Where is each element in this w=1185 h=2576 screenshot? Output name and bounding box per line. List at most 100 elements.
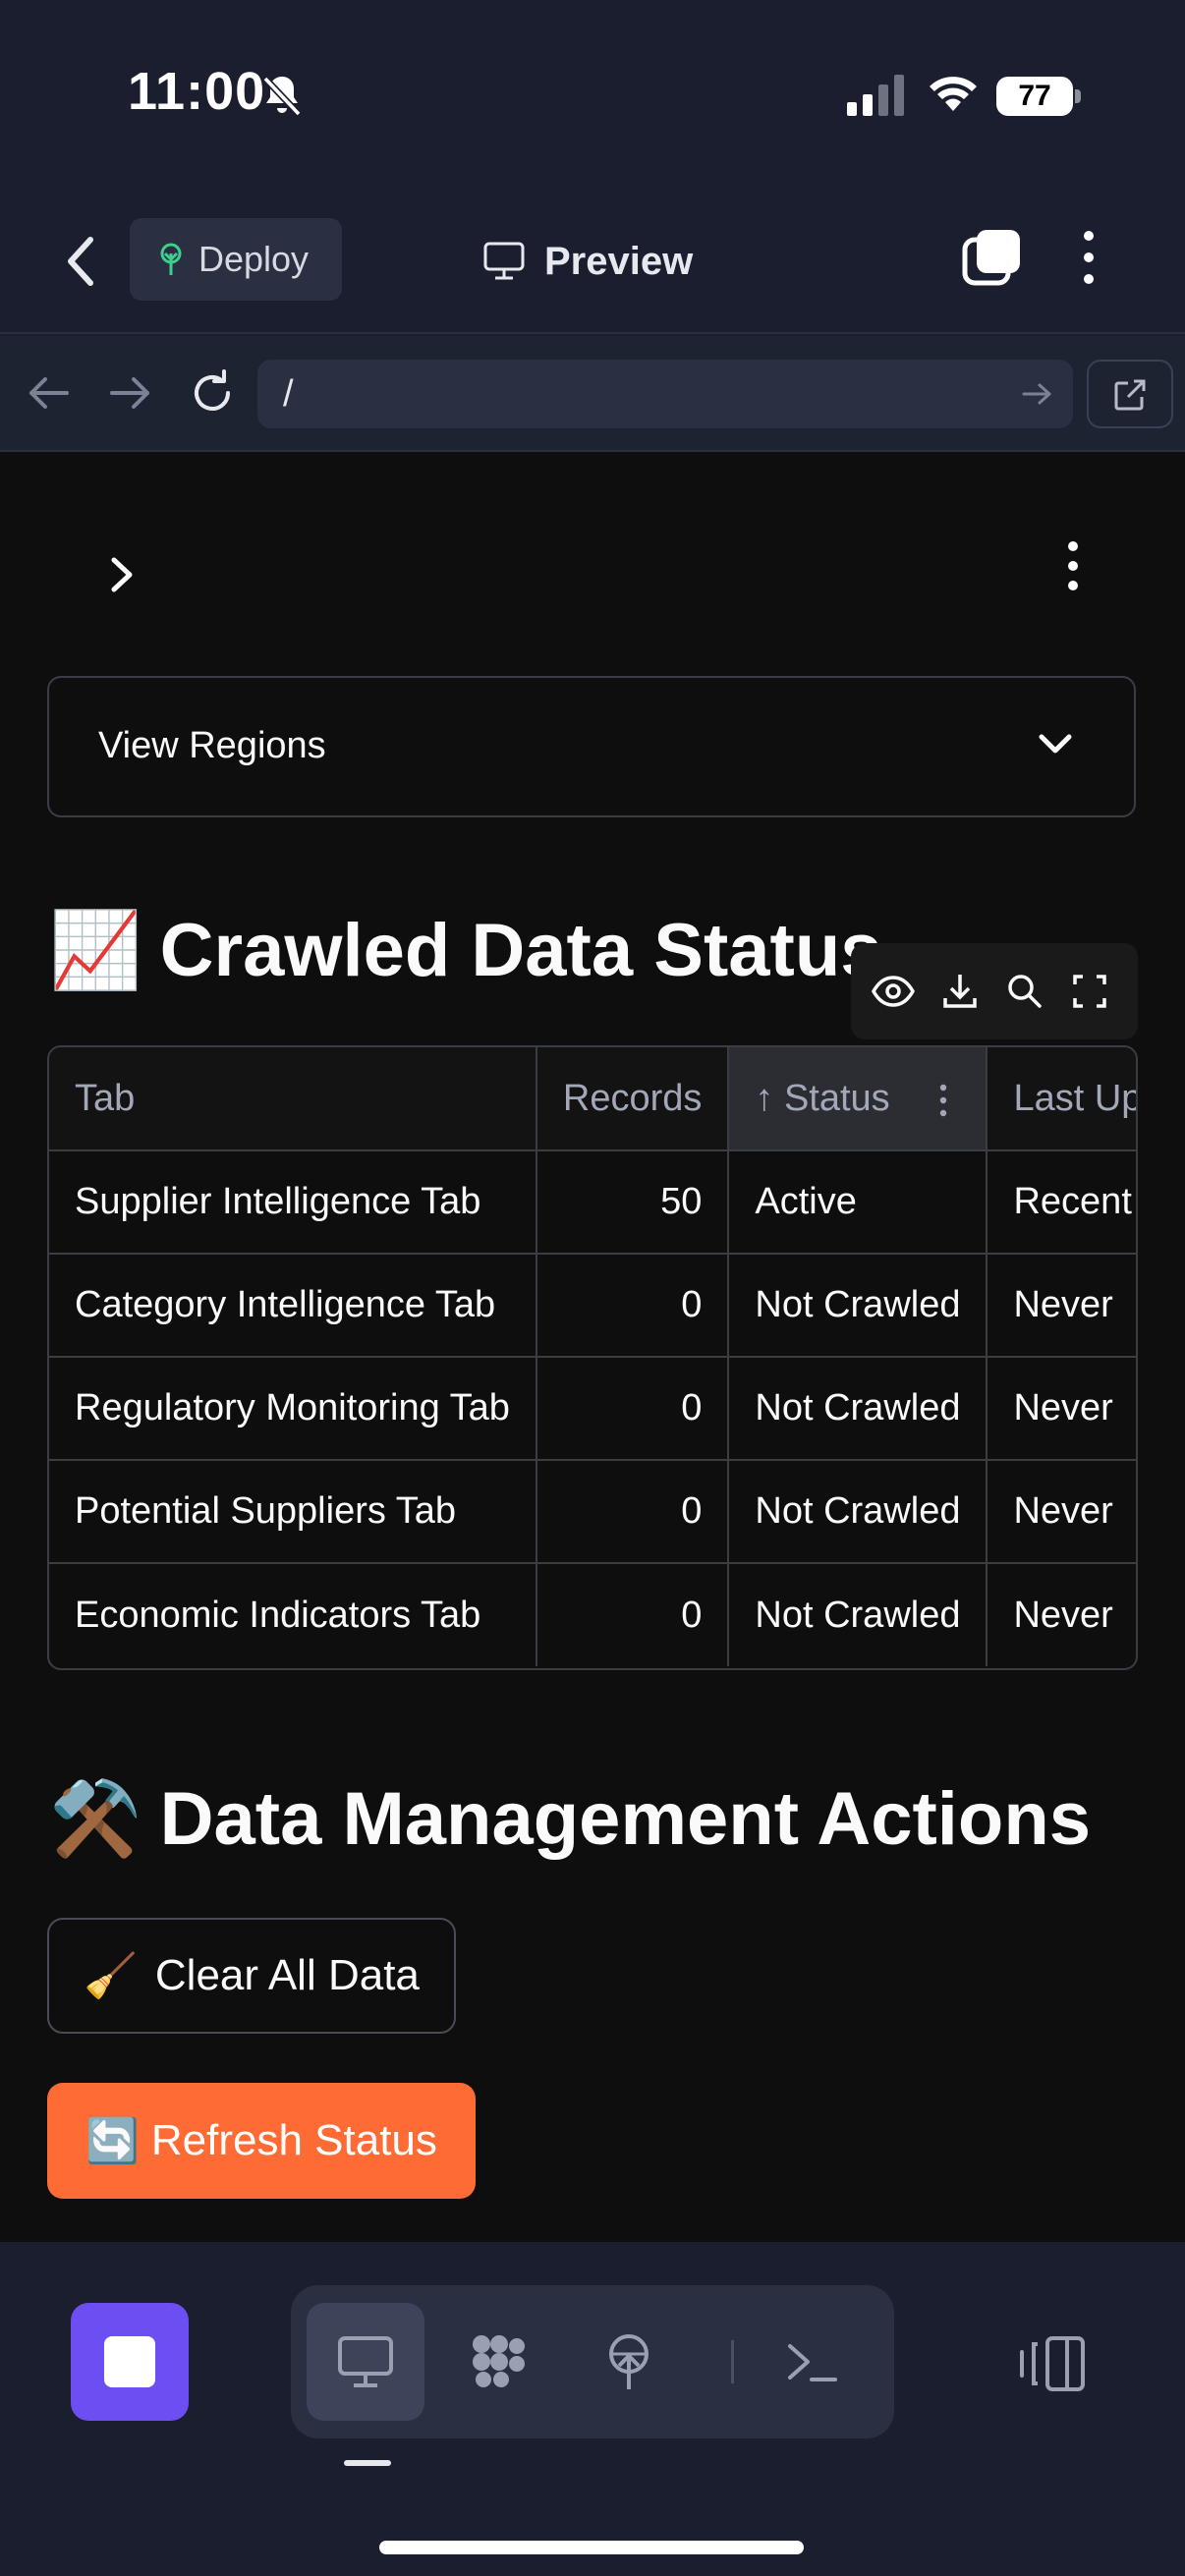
terminal-icon: [788, 2344, 837, 2381]
cell-records[interactable]: 0: [536, 1563, 730, 1666]
dataframe-toolbar: [851, 943, 1138, 1039]
home-indicator: [379, 2541, 804, 2554]
cellular-signal-icon: [847, 75, 904, 116]
table-row: Economic Indicators Tab 0 Not Crawled Ne…: [49, 1563, 1136, 1666]
stop-button[interactable]: [71, 2303, 189, 2421]
go-arrow-icon[interactable]: [1020, 379, 1053, 409]
search-icon[interactable]: [1002, 969, 1047, 1014]
browser-back-icon[interactable]: [24, 365, 75, 420]
clear-all-data-button[interactable]: 🧹 Clear All Data: [47, 1918, 456, 2034]
sort-ascending-icon: ↑: [755, 1077, 774, 1119]
battery-level: 77: [996, 77, 1073, 116]
tool-terminal[interactable]: [753, 2303, 871, 2421]
cell-records[interactable]: 0: [536, 1254, 730, 1358]
table-row: Potential Suppliers Tab 0 Not Crawled Ne…: [49, 1460, 1136, 1564]
deploy-tree-icon: [160, 243, 182, 275]
battery-indicator: 77: [996, 77, 1081, 116]
external-link-icon: [1114, 379, 1146, 411]
table-header-row: Tab Records ↑ Status Last Up: [49, 1047, 1136, 1151]
panel-layout-icon[interactable]: [1018, 2334, 1089, 2393]
more-options-icon[interactable]: [1077, 226, 1100, 289]
tool-preview[interactable]: [307, 2303, 424, 2421]
cell-records[interactable]: 0: [536, 1460, 730, 1564]
sidebar-expand-chevron-icon[interactable]: [102, 550, 141, 599]
cell-records[interactable]: 0: [536, 1357, 730, 1461]
preview-label: Preview: [544, 239, 694, 283]
view-regions-expander[interactable]: View Regions: [47, 676, 1136, 817]
cell-status[interactable]: Not Crawled: [728, 1357, 988, 1461]
broom-emoji-icon: 🧹: [84, 1952, 138, 2000]
tool-extensions[interactable]: [440, 2303, 558, 2421]
cell-tab[interactable]: Potential Suppliers Tab: [49, 1460, 537, 1564]
clear-all-data-label: Clear All Data: [154, 1951, 420, 1999]
chart-emoji-icon: 📈: [49, 909, 142, 992]
bottom-toolbar: [0, 2242, 1185, 2576]
crawl-status-dataframe[interactable]: Tab Records ↑ Status Last Up Supplier In…: [47, 1045, 1138, 1670]
cell-last-updated[interactable]: Never: [987, 1254, 1136, 1358]
cell-last-updated[interactable]: Never: [987, 1357, 1136, 1461]
battery-nub: [1075, 89, 1081, 103]
back-chevron-icon[interactable]: [59, 232, 102, 291]
cell-tab[interactable]: Category Intelligence Tab: [49, 1254, 537, 1358]
crawled-data-heading: 📈 Crawled Data Status: [49, 906, 882, 994]
cell-last-updated[interactable]: Never: [987, 1460, 1136, 1564]
cell-status[interactable]: Not Crawled: [728, 1460, 988, 1564]
table-row: Supplier Intelligence Tab 50 Active Rece…: [49, 1150, 1136, 1255]
cell-last-updated[interactable]: Recent: [987, 1150, 1136, 1255]
data-management-heading: ⚒️ Data Management Actions: [49, 1774, 1091, 1863]
column-header-tab[interactable]: Tab: [49, 1047, 537, 1151]
open-external-button[interactable]: [1087, 360, 1173, 428]
wifi-icon: [930, 77, 977, 111]
cell-tab[interactable]: Economic Indicators Tab: [49, 1563, 537, 1666]
url-bar: /: [0, 336, 1185, 452]
refresh-status-label: Refresh Status: [150, 2116, 437, 2164]
app-bar: Deploy Preview: [0, 196, 1185, 334]
app-menu-icon[interactable]: [1057, 536, 1089, 595]
top-chrome: 11:00 77 Deploy Preview /: [0, 0, 1185, 452]
status-bar: 11:00 77: [0, 0, 1185, 177]
tool-deploy[interactable]: [570, 2303, 688, 2421]
deploy-globe-icon: [609, 2334, 649, 2389]
monitor-icon: [483, 242, 525, 280]
table-row: Regulatory Monitoring Tab 0 Not Crawled …: [49, 1357, 1136, 1461]
column-menu-icon[interactable]: [936, 1083, 950, 1118]
cell-records[interactable]: 50: [536, 1150, 730, 1255]
column-header-status-label: Status: [783, 1077, 890, 1119]
app-content: View Regions 📈 Crawled Data Status Tab R…: [0, 452, 1185, 2242]
cell-tab[interactable]: Regulatory Monitoring Tab: [49, 1357, 537, 1461]
cell-status[interactable]: Active: [728, 1150, 988, 1255]
refresh-emoji-icon: 🔄: [85, 2117, 140, 2165]
tool-divider: [731, 2340, 734, 2383]
browser-forward-icon[interactable]: [104, 365, 155, 420]
expander-label: View Regions: [98, 725, 326, 766]
status-time: 11:00: [128, 62, 266, 121]
tools-emoji-icon: ⚒️: [49, 1777, 142, 1861]
deploy-button[interactable]: Deploy: [130, 218, 342, 301]
grid-blobs-icon: [473, 2335, 525, 2387]
stop-square-icon: [104, 2336, 155, 2387]
column-header-status[interactable]: ↑ Status: [728, 1047, 988, 1151]
table-row: Category Intelligence Tab 0 Not Crawled …: [49, 1254, 1136, 1358]
data-management-title: Data Management Actions: [159, 1776, 1092, 1861]
monitor-icon: [338, 2336, 393, 2387]
column-header-last-updated[interactable]: Last Up: [987, 1047, 1136, 1151]
cell-status[interactable]: Not Crawled: [728, 1563, 988, 1666]
eye-icon[interactable]: [871, 969, 916, 1014]
cell-status[interactable]: Not Crawled: [728, 1254, 988, 1358]
cell-tab[interactable]: Supplier Intelligence Tab: [49, 1150, 537, 1255]
chevron-down-icon: [1039, 734, 1072, 754]
active-tool-indicator: [344, 2460, 391, 2466]
bell-muted-icon: [262, 76, 302, 117]
fullscreen-icon[interactable]: [1067, 969, 1112, 1014]
crawled-data-title: Crawled Data Status: [159, 908, 882, 992]
tool-switcher: [291, 2285, 894, 2438]
cell-last-updated[interactable]: Never: [987, 1563, 1136, 1666]
column-header-records[interactable]: Records: [536, 1047, 730, 1151]
deploy-label: Deploy: [198, 239, 310, 279]
download-icon[interactable]: [937, 969, 983, 1014]
url-input[interactable]: /: [257, 360, 1073, 428]
refresh-status-button[interactable]: 🔄 Refresh Status: [47, 2083, 476, 2199]
preview-tab[interactable]: Preview: [483, 232, 693, 291]
reload-icon[interactable]: [187, 365, 238, 420]
tabs-switcher-icon[interactable]: [961, 226, 1024, 289]
